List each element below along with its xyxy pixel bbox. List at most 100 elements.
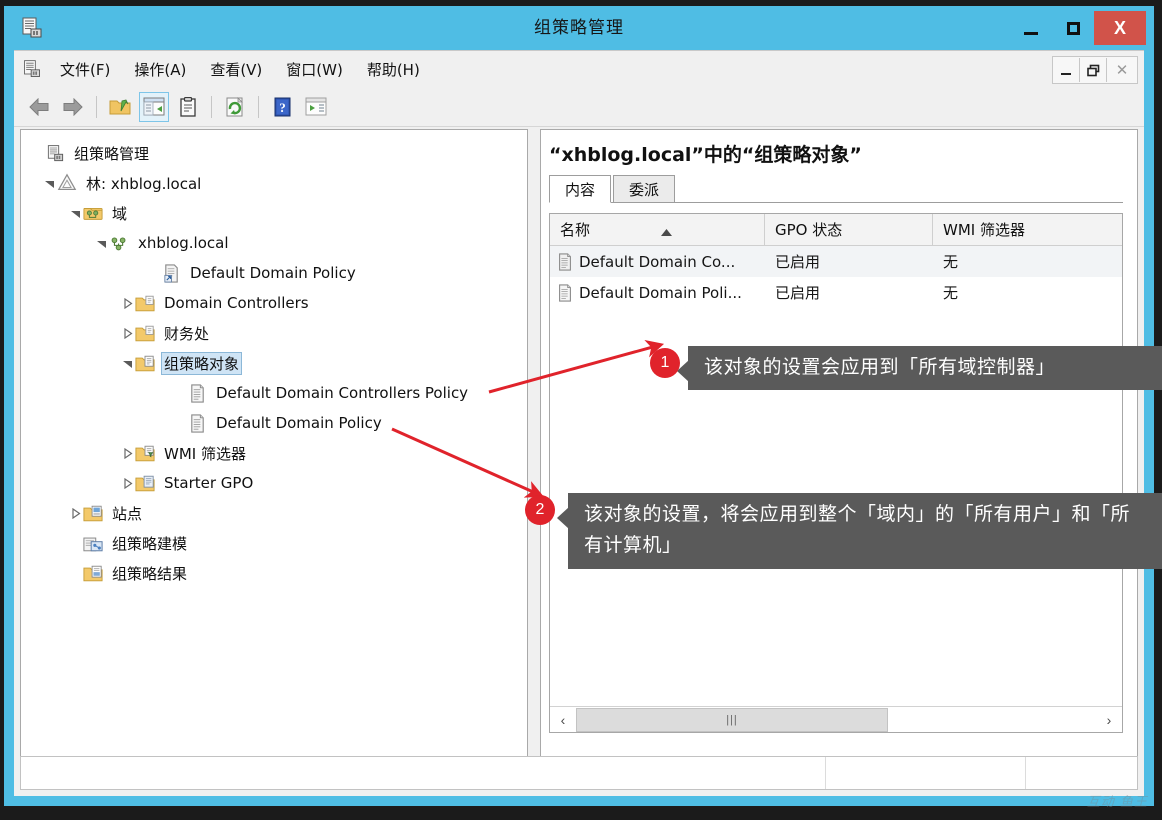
cell-name: Default Domain Poli... <box>550 284 765 302</box>
gp-modeling-icon <box>83 533 103 553</box>
forward-icon <box>63 97 83 116</box>
domain-icon <box>109 233 129 253</box>
properties-button[interactable] <box>173 92 203 122</box>
scrollbar-thumb[interactable]: ||| <box>576 707 888 732</box>
up-folder-icon <box>109 99 131 114</box>
tree-node-label: 域 <box>112 204 128 223</box>
expand-arrow-open-icon[interactable] <box>41 175 57 191</box>
scroll-right-button[interactable]: › <box>1096 707 1122 732</box>
table-row[interactable]: Default Domain Poli... 已启用 无 <box>550 277 1122 308</box>
tab-contents[interactable]: 内容 <box>549 175 611 203</box>
gpo-icon <box>556 252 574 271</box>
panes-container: 组策略管理 林: xhblog.local 域 xhblog.local Def… <box>20 129 1138 789</box>
column-header-gpo-status[interactable]: GPO 状态 <box>765 214 933 245</box>
annotation-callout-2: 该对象的设置，将会应用到整个「域内」的「所有用户」和「所有计算机」 <box>557 493 1162 569</box>
tree-node-starter-gpos[interactable]: Starter GPO <box>27 468 527 498</box>
expand-arrow-closed-icon[interactable] <box>119 445 135 461</box>
tree-node-default-domain-controllers-policy[interactable]: Default Domain Controllers Policy <box>27 378 527 408</box>
starter-gpo-folder-icon <box>135 473 155 493</box>
tree-node-gp-modeling[interactable]: 组策略建模 <box>27 528 527 558</box>
toggle-console-tree-button[interactable] <box>139 91 169 122</box>
tree-node-label: 组策略对象 <box>161 351 243 375</box>
tree-node-domain-xhblog[interactable]: xhblog.local <box>27 228 527 258</box>
show-action-pane-icon <box>305 97 327 116</box>
tree-node-gp-results[interactable]: 组策略结果 <box>27 558 527 588</box>
expand-arrow-open-icon[interactable] <box>119 355 135 371</box>
expand-arrow-open-icon[interactable] <box>67 205 83 221</box>
annotation-badge-1: 1 <box>650 348 680 378</box>
maximize-icon <box>1066 21 1080 35</box>
minimize-button[interactable] <box>1010 11 1052 45</box>
tree-node-group-policy-objects[interactable]: 组策略对象 <box>27 348 527 378</box>
tree-node-domain-controllers-ou[interactable]: Domain Controllers <box>27 288 527 318</box>
tab-delegation[interactable]: 委派 <box>613 175 675 202</box>
client-area: 文件(F) 操作(A) 查看(V) 窗口(W) 帮助(H) ✕ ? 组策略管理 … <box>14 50 1144 796</box>
scroll-left-button[interactable]: ‹ <box>550 707 576 732</box>
list-header-row: 名称 GPO 状态 WMI 筛选器 <box>550 214 1122 246</box>
menu-window[interactable]: 窗口(W) <box>274 55 355 84</box>
horizontal-scrollbar[interactable]: ‹ ||| › <box>550 706 1122 732</box>
up-folder-button[interactable] <box>105 92 135 122</box>
tree-node-label: Default Domain Policy <box>216 414 382 432</box>
menu-action[interactable]: 操作(A) <box>122 55 198 84</box>
tree-node-finance-ou[interactable]: 财务处 <box>27 318 527 348</box>
console-tree-pane[interactable]: 组策略管理 林: xhblog.local 域 xhblog.local Def… <box>20 129 528 779</box>
title-bar: 组策略管理 X <box>4 6 1154 50</box>
ou-icon <box>135 323 155 343</box>
toggle-action-pane-button[interactable] <box>301 92 331 122</box>
tree-node-label: Starter GPO <box>164 474 254 492</box>
tool-bar: ? <box>14 87 1144 127</box>
column-header-wmi-filter[interactable]: WMI 筛选器 <box>933 214 1122 245</box>
tree-node-forest[interactable]: 林: xhblog.local <box>27 168 527 198</box>
refresh-icon <box>226 96 243 116</box>
menu-file[interactable]: 文件(F) <box>48 55 122 84</box>
column-header-name[interactable]: 名称 <box>550 214 765 245</box>
cell-wmi-filter: 无 <box>943 253 959 271</box>
maximize-button[interactable] <box>1052 11 1094 45</box>
expand-arrow-open-icon[interactable] <box>93 235 109 251</box>
detail-pane-title: “xhblog.local”中的“组策略对象” <box>549 144 862 166</box>
tree-node-default-domain-policy-link[interactable]: Default Domain Policy <box>27 258 527 288</box>
refresh-button[interactable] <box>220 92 250 122</box>
tree-node-default-domain-policy-object[interactable]: Default Domain Policy <box>27 408 527 438</box>
detail-pane: “xhblog.local”中的“组策略对象” 内容 委派 名称 GPO 状态 … <box>540 129 1138 779</box>
table-row[interactable]: Default Domain Co... 已启用 无 <box>550 246 1122 277</box>
scrollbar-track[interactable]: ||| <box>576 707 1096 732</box>
expand-arrow-closed-icon[interactable] <box>119 325 135 341</box>
close-button[interactable]: X <box>1094 11 1146 45</box>
tree-node-sites[interactable]: 站点 <box>27 498 527 528</box>
tree-node-domains[interactable]: 域 <box>27 198 527 228</box>
console-app-icon <box>22 59 42 79</box>
tree-node-gpmc-root[interactable]: 组策略管理 <box>27 138 527 168</box>
cell-gpo-status: 已启用 <box>775 253 821 271</box>
screenshot-root: 组策略管理 X 文件(F) 操作(A) 查看(V) 窗口(W) 帮助(H) ✕ … <box>0 0 1162 820</box>
mdi-close-button[interactable]: ✕ <box>1107 58 1137 82</box>
mdi-restore-button[interactable] <box>1080 58 1107 82</box>
tree-node-label: 组策略结果 <box>112 564 188 583</box>
back-button[interactable] <box>24 92 54 122</box>
application-window: 组策略管理 X 文件(F) 操作(A) 查看(V) 窗口(W) 帮助(H) ✕ … <box>4 6 1154 806</box>
menu-bar: 文件(F) 操作(A) 查看(V) 窗口(W) 帮助(H) ✕ <box>14 51 1144 88</box>
expand-arrow-closed-icon[interactable] <box>119 475 135 491</box>
tree-node-wmi-filters[interactable]: WMI 筛选器 <box>27 438 527 468</box>
menu-view[interactable]: 查看(V) <box>198 55 274 84</box>
wmi-folder-icon <box>135 443 155 463</box>
show-hide-console-tree-icon <box>143 97 165 116</box>
gpo-icon <box>187 413 207 433</box>
pane-splitter[interactable] <box>530 129 540 779</box>
gpo-icon <box>556 283 574 302</box>
no-arrow <box>171 415 187 431</box>
window-title: 组策略管理 <box>534 18 624 38</box>
gpo-list-view[interactable]: 名称 GPO 状态 WMI 筛选器 Default Domain Co... 已… <box>549 213 1123 733</box>
expand-arrow-closed-icon[interactable] <box>67 505 83 521</box>
help-button[interactable]: ? <box>267 92 297 122</box>
mdi-minimize-button[interactable] <box>1053 58 1080 82</box>
tree-node-label: 林: xhblog.local <box>86 174 202 193</box>
menu-help[interactable]: 帮助(H) <box>355 55 432 84</box>
expand-arrow-closed-icon[interactable] <box>119 295 135 311</box>
menu-item-list: 文件(F) 操作(A) 查看(V) 窗口(W) 帮助(H) <box>48 51 432 87</box>
forward-button[interactable] <box>58 92 88 122</box>
tree-node-label: Default Domain Policy <box>190 264 356 282</box>
annotation-callout-1: 该对象的设置会应用到「所有域控制器」 <box>677 346 1162 390</box>
column-header-name-label: 名称 <box>560 221 591 239</box>
